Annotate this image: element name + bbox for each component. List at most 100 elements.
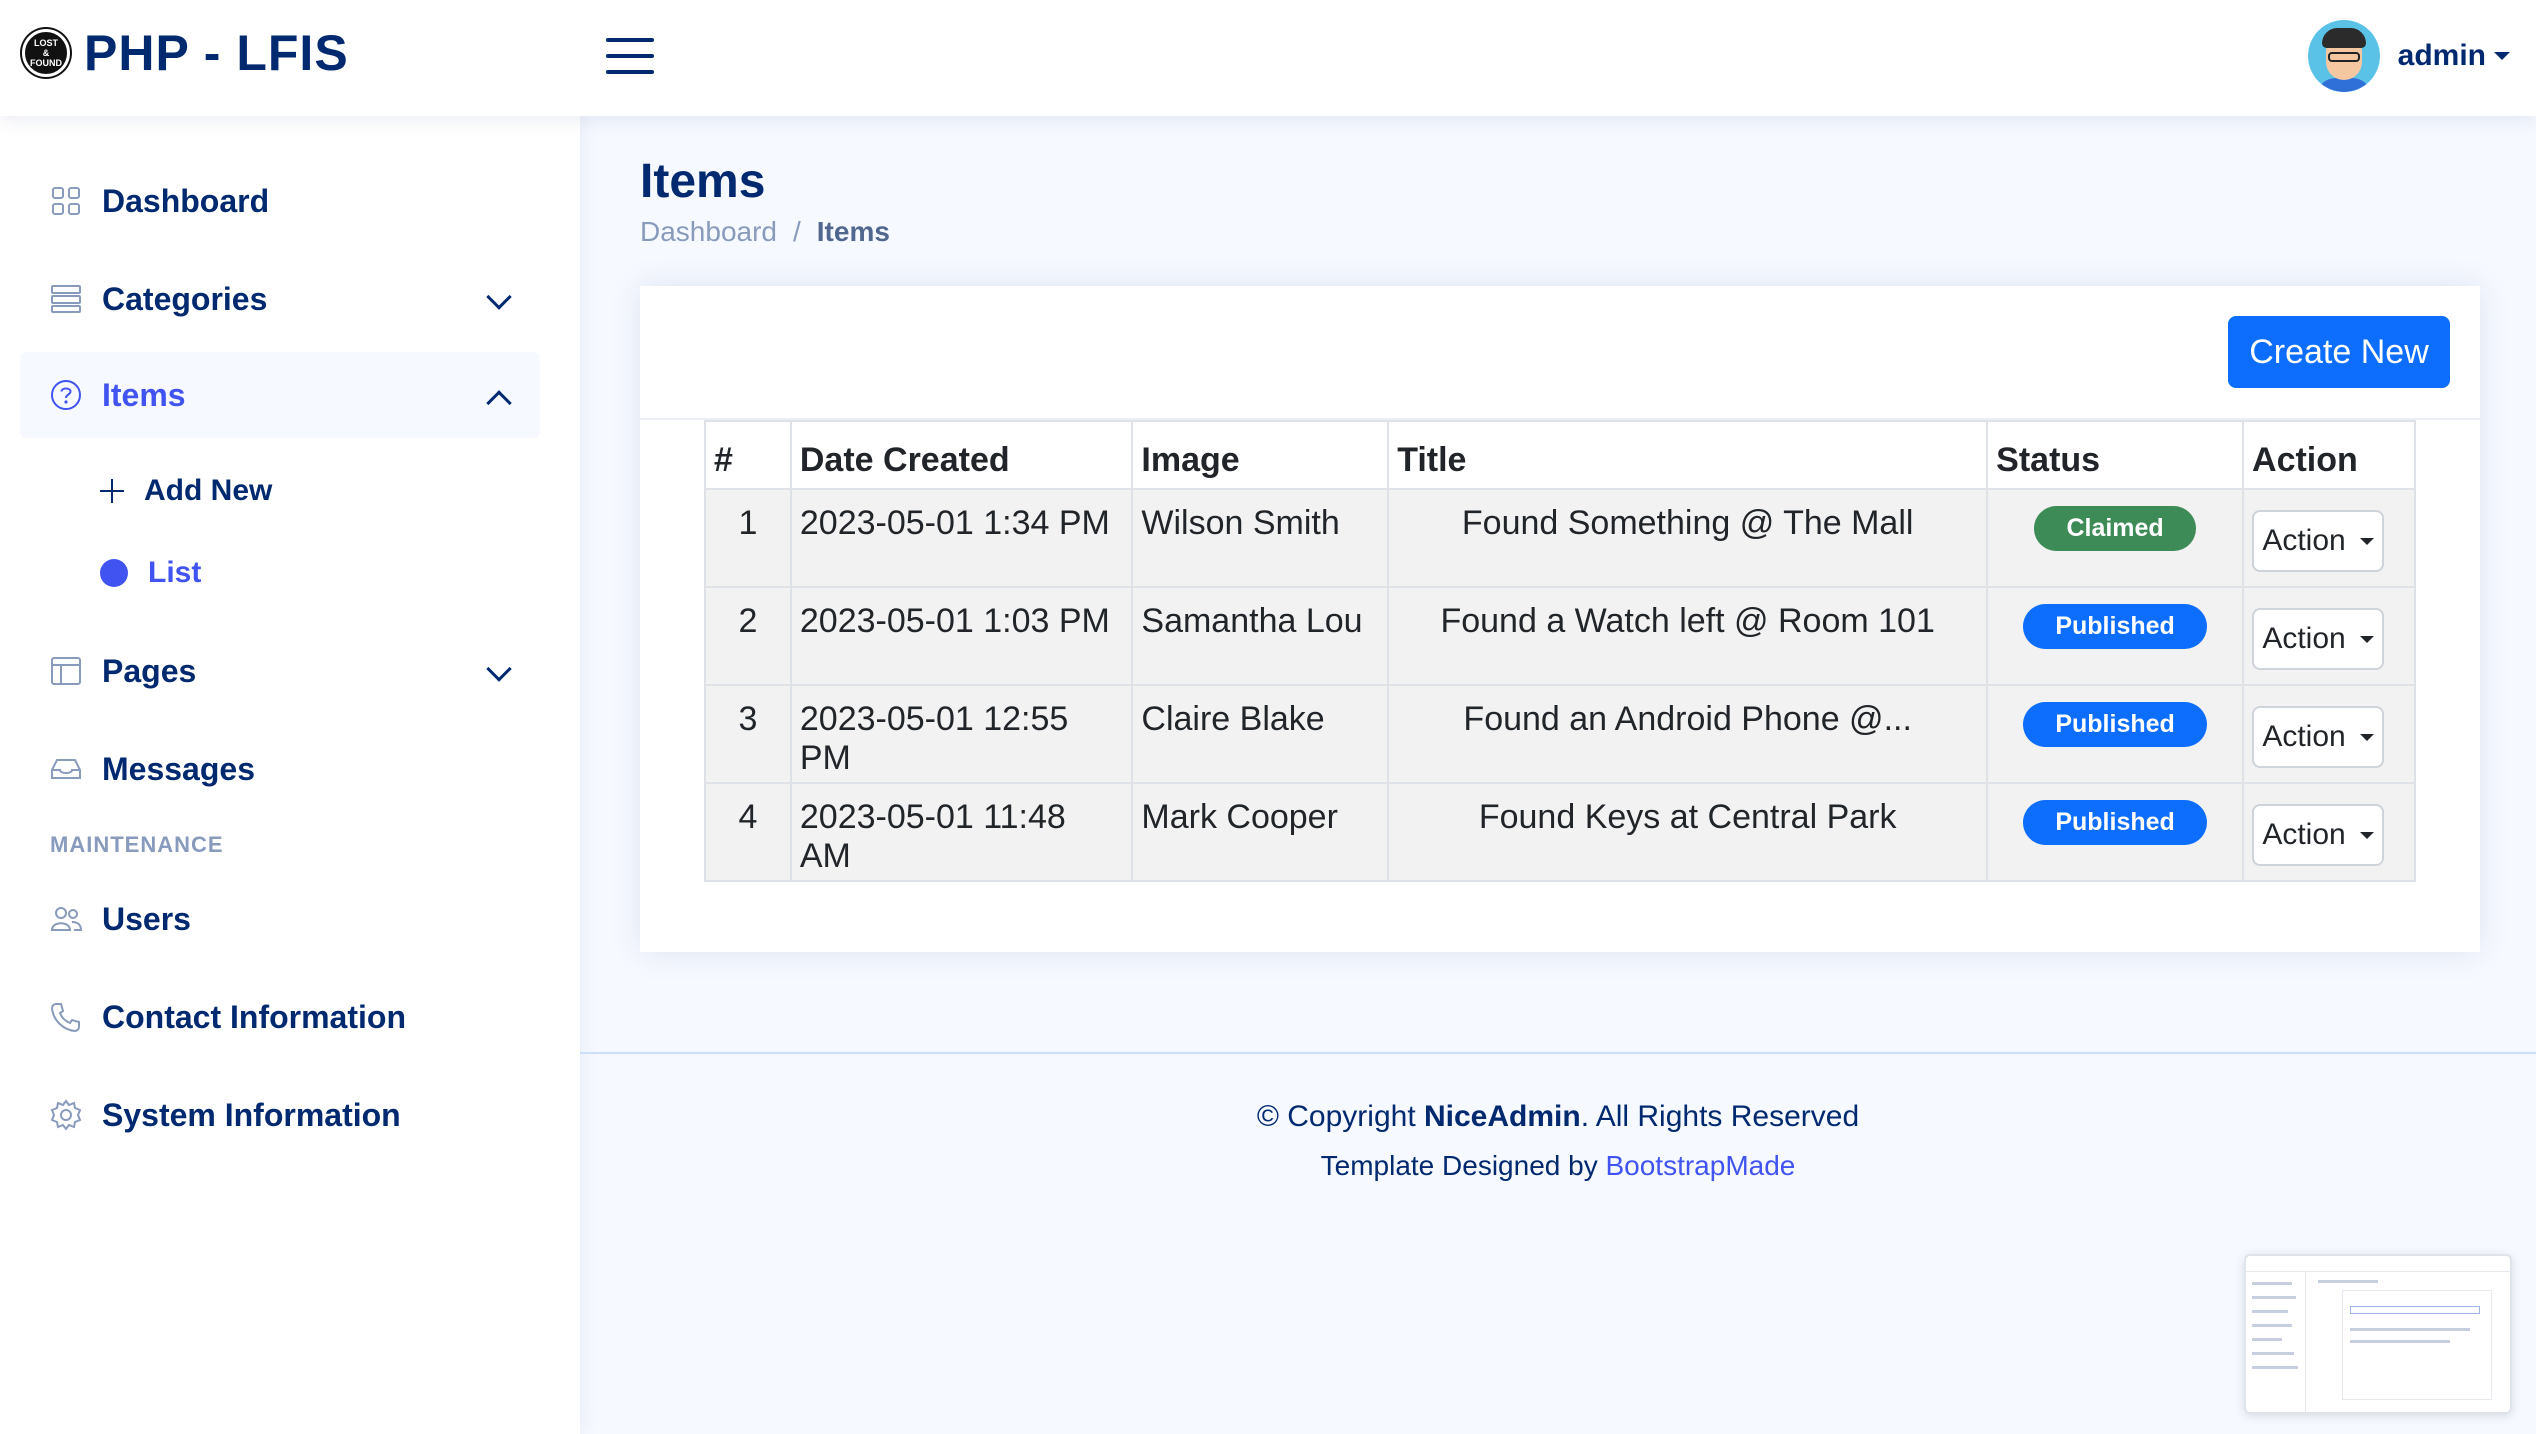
chevron-up-icon (486, 390, 512, 416)
table-row: 4 2023-05-01 11:48 AM Mark Cooper Found … (704, 782, 2416, 882)
sidebar-item-categories[interactable]: Categories (20, 256, 540, 342)
chevron-down-icon (486, 656, 512, 682)
profile-dropdown[interactable]: admin (2307, 20, 2510, 92)
sidebar-subitem-list[interactable]: List (100, 548, 201, 598)
row-date-created: 2023-05-01 11:48 AM (789, 782, 1134, 882)
sidebar-item-messages[interactable]: Messages (20, 726, 540, 812)
column-header-image: Image (1131, 420, 1390, 490)
screenshot-thumbnail[interactable] (2244, 1254, 2512, 1414)
row-number: 4 (704, 782, 792, 882)
sidebar-item-pages[interactable]: Pages (20, 628, 540, 714)
create-new-button[interactable]: Create New (2228, 316, 2450, 388)
sidebar-item-dashboard[interactable]: Dashboard (20, 158, 540, 244)
telephone-icon (50, 1001, 82, 1033)
gear-icon (50, 1099, 82, 1131)
row-number: 2 (704, 586, 792, 686)
row-title: Found Keys at Central Park (1387, 782, 1989, 882)
sidebar-item-label: System Information (102, 1096, 401, 1133)
list-stack-icon (50, 283, 82, 315)
caret-down-icon (2359, 733, 2374, 741)
caret-down-icon (2494, 52, 2510, 60)
question-circle-icon (50, 379, 82, 411)
page-title: Items (640, 155, 766, 208)
sidebar-item-label: Categories (102, 280, 268, 317)
row-number: 3 (704, 684, 792, 784)
row-date-created: 2023-05-01 1:03 PM (789, 586, 1134, 686)
table-row: 2 2023-05-01 1:03 PM Samantha Lou Found … (704, 586, 2416, 686)
action-dropdown-button[interactable]: Action (2252, 804, 2385, 866)
plus-icon (100, 479, 124, 503)
action-dropdown-button[interactable]: Action (2252, 608, 2385, 670)
row-status: Published (1986, 586, 2245, 686)
column-header-number: # (704, 420, 792, 490)
bootstrapmade-link[interactable]: BootstrapMade (1605, 1150, 1795, 1181)
breadcrumb-dashboard-link[interactable]: Dashboard (640, 216, 777, 248)
row-title: Found a Watch left @ Room 101 (1387, 586, 1989, 686)
column-header-title: Title (1387, 420, 1989, 490)
status-badge: Published (2023, 604, 2207, 649)
breadcrumb-current: Items (816, 216, 890, 247)
app-title: PHP - LFIS (84, 25, 349, 81)
profile-name: admin (2397, 39, 2486, 72)
footer-copyright: © Copyright NiceAdmin. All Rights Reserv… (1256, 1100, 1860, 1133)
status-badge: Published (2023, 800, 2207, 845)
sidebar-item-label: Pages (102, 652, 197, 689)
chevron-down-icon (486, 284, 512, 310)
status-badge: Claimed (2034, 506, 2196, 551)
action-dropdown-button[interactable]: Action (2252, 706, 2385, 768)
sidebar-subitem-add-new[interactable]: Add New (100, 466, 272, 516)
sidebar-item-label: Dashboard (102, 182, 270, 219)
sidebar: Dashboard Categories Items Add New List … (0, 116, 580, 1434)
row-image: Samantha Lou (1131, 586, 1390, 686)
logo-badge-icon: LOST & FOUND (22, 29, 70, 77)
table-row: 3 2023-05-01 12:55 PM Claire Blake Found… (704, 684, 2416, 784)
sidebar-item-users[interactable]: Users (20, 876, 540, 962)
footer: © Copyright NiceAdmin. All Rights Reserv… (580, 1052, 2536, 1434)
footer-credits: Template Designed by BootstrapMade (1320, 1150, 1796, 1181)
row-image: Claire Blake (1131, 684, 1390, 784)
action-dropdown-button[interactable]: Action (2252, 510, 2385, 572)
active-dot-icon (100, 559, 128, 587)
row-action: Action (2242, 488, 2416, 588)
row-status: Claimed (1986, 488, 2245, 588)
people-icon (50, 903, 82, 935)
items-card: Create New # Date Created Image Title St… (640, 286, 2480, 952)
row-status: Published (1986, 684, 2245, 784)
grid-icon (50, 185, 82, 217)
breadcrumb-separator: / (792, 216, 801, 247)
avatar (2307, 20, 2380, 92)
sidebar-item-label: Users (102, 900, 191, 937)
caret-down-icon (2359, 537, 2374, 545)
caret-down-icon (2359, 635, 2374, 643)
card-header: Create New (640, 286, 2480, 420)
row-action: Action (2242, 684, 2416, 784)
sidebar-item-label: Items (102, 376, 186, 413)
breadcrumb: Dashboard / Items (640, 216, 890, 248)
row-action: Action (2242, 782, 2416, 882)
column-header-date-created: Date Created (789, 420, 1134, 490)
caret-down-icon (2359, 831, 2374, 839)
row-number: 1 (704, 488, 792, 588)
layout-icon (50, 655, 82, 687)
sidebar-toggle-icon[interactable] (606, 36, 654, 76)
sidebar-item-contact-information[interactable]: Contact Information (20, 974, 540, 1060)
column-header-action: Action (2242, 420, 2416, 490)
row-status: Published (1986, 782, 2245, 882)
logo[interactable]: LOST & FOUND PHP - LFIS (22, 24, 349, 82)
sidebar-item-label: Contact Information (102, 998, 406, 1035)
sidebar-heading: MAINTENANCE (50, 832, 224, 857)
sidebar-item-label: Messages (102, 750, 255, 787)
table-row: 1 2023-05-01 1:34 PM Wilson Smith Found … (704, 488, 2416, 588)
top-header: LOST & FOUND PHP - LFIS admin (0, 0, 2536, 116)
row-date-created: 2023-05-01 12:55 PM (789, 684, 1134, 784)
sidebar-item-items[interactable]: Items (20, 352, 540, 438)
row-image: Wilson Smith (1131, 488, 1390, 588)
sidebar-item-system-information[interactable]: System Information (20, 1072, 540, 1158)
table-header-row: # Date Created Image Title Status Action (704, 420, 2416, 490)
subitem-label: List (148, 556, 202, 589)
inbox-icon (50, 753, 82, 785)
subitem-label: Add New (144, 474, 273, 507)
items-table: # Date Created Image Title Status Action… (704, 420, 2416, 882)
row-date-created: 2023-05-01 1:34 PM (789, 488, 1134, 588)
row-title: Found an Android Phone @... (1387, 684, 1989, 784)
